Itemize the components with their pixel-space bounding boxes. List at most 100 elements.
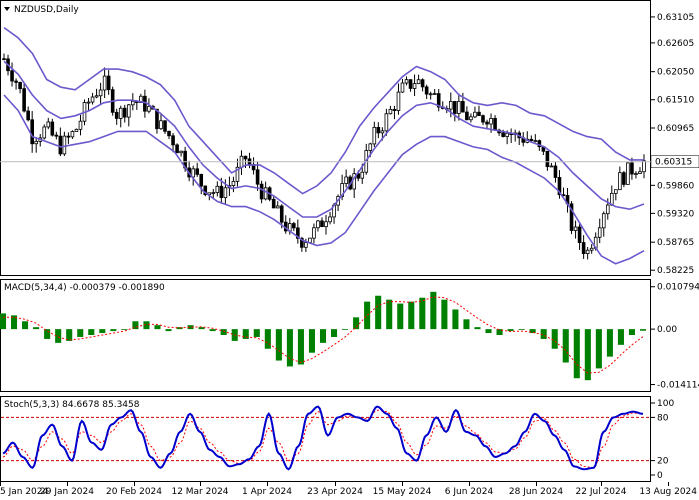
candle-body xyxy=(106,75,111,91)
candle-body xyxy=(143,95,147,112)
candle-body xyxy=(585,249,590,254)
candle-body xyxy=(384,113,389,132)
candle-body xyxy=(597,227,602,238)
candle-body xyxy=(428,93,433,96)
candle-body xyxy=(42,126,47,139)
candle-body xyxy=(368,143,373,151)
time-tick-label: 20 Feb 2024 xyxy=(106,487,162,497)
candle-body xyxy=(66,135,71,138)
candle-body xyxy=(159,120,163,130)
macd-bar xyxy=(617,329,624,345)
candle-body xyxy=(328,216,332,223)
candle-body xyxy=(485,121,489,125)
candle-body xyxy=(618,172,622,191)
macd-bar xyxy=(319,329,327,343)
candle-body xyxy=(271,198,276,209)
macd-bar xyxy=(264,329,271,349)
candle-body xyxy=(481,115,485,123)
candle-body xyxy=(376,126,381,134)
candle-body xyxy=(412,83,417,89)
candle-body xyxy=(70,131,75,138)
candle-body xyxy=(545,150,550,168)
candle-body xyxy=(18,81,22,90)
macd-bar xyxy=(408,301,415,330)
time-tick-label: 28 Jun 2024 xyxy=(509,487,563,497)
candle-body xyxy=(118,107,123,119)
macd-bar xyxy=(165,329,172,332)
candle-body xyxy=(122,107,127,118)
time-tick-label: 1 Apr 2024 xyxy=(242,487,292,497)
candle-body xyxy=(605,204,610,215)
candle-body xyxy=(26,110,30,121)
candle-body xyxy=(62,135,67,155)
candle-body xyxy=(86,101,91,104)
candle-body xyxy=(416,79,421,85)
time-tick-label: 12 Mar 2024 xyxy=(171,487,228,497)
macd-bar xyxy=(375,295,382,330)
candle-body xyxy=(191,168,195,178)
candle-body xyxy=(424,86,429,95)
candle-body xyxy=(211,192,216,194)
stoch-tick-label: 80 xyxy=(657,413,669,423)
macd-bar xyxy=(33,327,40,330)
candle-body xyxy=(147,106,151,112)
price-tick-label: 0.59860 xyxy=(657,181,694,191)
time-tick-label: 22 Jul 2024 xyxy=(576,487,627,497)
price-tick-label: 0.59320 xyxy=(657,209,694,219)
candle-body xyxy=(215,185,220,193)
candle-body xyxy=(360,171,365,179)
candle-body xyxy=(46,121,51,128)
price-tick-label: 0.63105 xyxy=(657,13,694,23)
candle-body xyxy=(549,165,554,168)
candle-body xyxy=(219,185,224,199)
candle-body xyxy=(493,117,497,131)
candle-body xyxy=(581,242,586,254)
macd-bar xyxy=(397,303,404,330)
macd-bar xyxy=(562,329,569,363)
candle-body xyxy=(78,120,83,130)
stoch-tick-label: 0 xyxy=(657,471,663,481)
candle-body xyxy=(477,111,481,117)
candle-body xyxy=(2,58,6,61)
candle-body xyxy=(614,189,618,194)
candle-body xyxy=(243,155,248,160)
candle-body xyxy=(461,101,465,113)
macd-bar xyxy=(154,325,161,330)
macd-bar xyxy=(353,317,360,330)
candle-body xyxy=(638,171,642,175)
candle-body xyxy=(420,79,425,88)
macd-bar xyxy=(77,329,84,337)
macd-bar xyxy=(606,329,613,357)
macd-bar xyxy=(386,299,393,330)
macd-bar xyxy=(518,329,525,330)
price-panel-title: NZDUSD,Daily xyxy=(14,5,79,15)
candle-body xyxy=(324,221,328,228)
candle-body xyxy=(626,162,630,185)
macd-tick-label: 0.00 xyxy=(657,325,677,335)
macd-bar xyxy=(573,329,580,379)
candle-body xyxy=(404,79,409,84)
candle-body xyxy=(22,88,26,112)
candle-body xyxy=(408,79,413,89)
candle-body xyxy=(279,205,284,223)
candle-body xyxy=(30,119,34,145)
candle-body xyxy=(380,130,385,134)
macd-bar xyxy=(474,327,481,330)
macd-bar xyxy=(331,329,338,337)
macd-bar xyxy=(419,297,426,330)
price-tick-label: 0.62605 xyxy=(657,39,694,49)
price-tick-label: 0.61510 xyxy=(657,96,694,106)
candle-body xyxy=(114,111,119,119)
time-tick-label: 23 Apr 2024 xyxy=(307,487,363,497)
stoch-tick-label: 100 xyxy=(657,399,674,409)
candle-body xyxy=(473,111,477,118)
candle-body xyxy=(259,183,264,200)
macd-bar xyxy=(308,329,315,353)
candle-body xyxy=(304,242,308,248)
candle-body xyxy=(634,173,638,176)
price-tick-label: 0.60965 xyxy=(657,124,694,134)
candle-body xyxy=(10,70,14,82)
candle-body xyxy=(392,108,397,111)
candle-body xyxy=(372,126,377,145)
candle-body xyxy=(388,108,393,115)
